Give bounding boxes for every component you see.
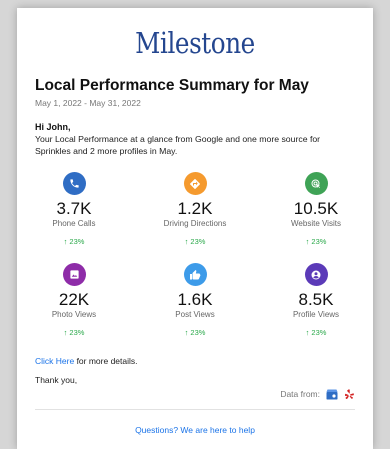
metric-value: 1.6K — [177, 290, 213, 309]
click-here-link[interactable]: Click Here — [35, 356, 74, 366]
metric-change: ↑ 23% — [305, 328, 327, 337]
metric-change: ↑ 23% — [184, 237, 206, 246]
summary-title: Local Performance Summary for May — [35, 77, 309, 94]
metric-label: Phone Calls — [52, 219, 96, 228]
directions-icon — [183, 172, 207, 195]
greeting: Hi John, — [35, 122, 71, 132]
metric-value: 1.2K — [177, 199, 213, 218]
email-card: Milestone Local Performance Summary for … — [17, 8, 373, 449]
metric-website-visits: 10.5K Website Visits ↑ 23% — [261, 172, 371, 246]
metric-label: Driving Directions — [163, 219, 227, 228]
website-click-icon — [304, 172, 328, 195]
metric-value: 3.7K — [56, 199, 92, 218]
metric-label: Website Visits — [291, 219, 341, 228]
more-details-line: Click Here for more details. — [35, 356, 138, 366]
metric-value: 22K — [58, 290, 90, 309]
google-business-icon — [326, 389, 338, 400]
data-from-label: Data from: — [280, 389, 320, 399]
yelp-icon — [344, 388, 355, 400]
metric-label: Post Views — [175, 310, 215, 319]
help-link[interactable]: Questions? We are here to help — [17, 425, 373, 435]
thank-you-text: Thank you, — [35, 375, 78, 385]
profile-icon — [304, 263, 328, 286]
intro-text: Your Local Performance at a glance from … — [35, 134, 321, 156]
metric-post-views: 1.6K Post Views ↑ 23% — [140, 263, 250, 337]
metric-value: 10.5K — [293, 199, 339, 218]
metric-change: ↑ 23% — [63, 328, 85, 337]
metric-value: 8.5K — [298, 290, 334, 309]
metric-label: Profile Views — [292, 310, 340, 319]
footer-divider — [35, 409, 355, 410]
milestone-logo: Milestone — [135, 26, 255, 60]
photo-icon — [62, 263, 86, 286]
date-range: May 1, 2022 - May 31, 2022 — [35, 98, 141, 108]
more-details-text: for more details. — [74, 356, 138, 366]
data-sources: Data from: — [280, 388, 355, 400]
metric-profile-views: 8.5K Profile Views ↑ 23% — [261, 263, 371, 337]
metric-change: ↑ 23% — [184, 328, 206, 337]
metric-driving-directions: 1.2K Driving Directions ↑ 23% — [140, 172, 250, 246]
metric-change: ↑ 23% — [305, 237, 327, 246]
metric-label: Photo Views — [51, 310, 97, 319]
metric-phone-calls: 3.7K Phone Calls ↑ 23% — [19, 172, 129, 246]
metric-photo-views: 22K Photo Views ↑ 23% — [19, 263, 129, 337]
metric-change: ↑ 23% — [63, 237, 85, 246]
phone-icon — [62, 172, 86, 195]
thumbs-up-icon — [183, 263, 207, 286]
